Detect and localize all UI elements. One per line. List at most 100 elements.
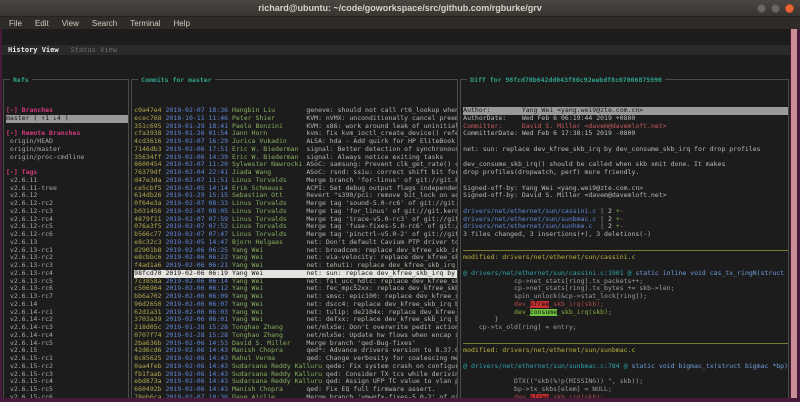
- menu-item-file[interactable]: File: [9, 19, 22, 28]
- commit-row[interactable]: 0aa4feb 2019-02-06 14:43 Sudarsana Reddy…: [134, 363, 457, 371]
- ref-item[interactable]: v2.6.15-rc4: [6, 378, 128, 386]
- commit-row[interactable]: 78eb6ca 2019-02-07 10:36 Dave Airlie Mer…: [134, 394, 457, 398]
- tab-history-view[interactable]: History View: [8, 45, 59, 55]
- commit-row[interactable]: e8cbbc6 2019-02-06 06:22 Yang Wei net: v…: [134, 254, 457, 262]
- commit-row[interactable]: cfa3938 2019-01-26 01:54 Jann Horn kvm: …: [134, 130, 457, 138]
- commit-row[interactable]: 351c695 2019-01-29 18:41 Paolo Bonzini K…: [134, 123, 457, 131]
- ref-item[interactable]: v2.6.13-rc2: [6, 254, 128, 262]
- diff-added-line[interactable]: dev_consume_skb_irq(skb);: [463, 309, 788, 317]
- ref-item[interactable]: v2.6.14-rc3: [6, 324, 128, 332]
- commit-row[interactable]: 218d05c 2019-01-28 15:28 Tonghao Zhang n…: [134, 324, 457, 332]
- diff-stat-line[interactable]: drivers/net/ethernet/sun/cassini.c | 2 +…: [463, 208, 788, 216]
- ref-item[interactable]: v2.6.12: [6, 192, 128, 200]
- commit-row[interactable]: b566c77 2019-02-07 07:47 Linus Torvalds …: [134, 231, 457, 239]
- commit-row[interactable]: ecec768 2018-10-11 11:46 Peter Shier KVM…: [134, 115, 457, 123]
- commit-row[interactable]: 0f64e3a 2019-02-07 08:33 Linus Torvalds …: [134, 200, 457, 208]
- diff-meta-line[interactable]: CommitterDate:Wed Feb 6 17:38:15 2019 -0…: [463, 130, 788, 138]
- close-button[interactable]: [785, 4, 794, 13]
- terminal-scrollbar[interactable]: [791, 29, 797, 398]
- diff-removed-line[interactable]: dev_kfree_skb_irq(skb);: [463, 394, 788, 398]
- commit-row[interactable]: 96d2650 2019-02-06 06:07 Yang Wei net: d…: [134, 301, 457, 309]
- ref-item[interactable]: origin/HEAD: [6, 138, 128, 146]
- ref-item[interactable]: v2.6.13: [6, 239, 128, 247]
- commit-row[interactable]: fb1faab 2019-02-06 14:43 Sudarsana Reddy…: [134, 371, 457, 379]
- ref-item[interactable]: master ( ↑1 ↓4 ): [6, 115, 128, 123]
- ref-item[interactable]: v2.6.13-rc6: [6, 285, 128, 293]
- diff-text-line[interactable]: drop profiles(dropwatch, perf) more frie…: [463, 169, 788, 177]
- menu-item-edit[interactable]: Edit: [35, 19, 49, 28]
- ref-item[interactable]: v2.6.13-rc1: [6, 247, 128, 255]
- commit-row[interactable]: 614db26 2019-01-29 15:15 Sebastian Ott R…: [134, 192, 457, 200]
- diff-context-line[interactable]: DTX(("skb(%!p(MISSING)) ", skb));: [463, 378, 788, 386]
- ref-item[interactable]: v2.6.15: [6, 347, 128, 355]
- commit-row[interactable]: 660492b 2019-02-06 14:43 Manish Chopra q…: [134, 386, 457, 394]
- ref-group-header[interactable]: [-] Branches: [6, 107, 128, 115]
- commit-row[interactable]: 62d1a31 2019-02-06 06:03 Yang Wei net: t…: [134, 309, 457, 317]
- ref-group-header[interactable]: [-] Tags: [6, 169, 128, 177]
- diff-text-line[interactable]: Signed-off-by: Yang Wei <yang.wei9@zte.c…: [463, 185, 788, 193]
- diff-removed-line[interactable]: dev_kfree_skb_irq(skb);: [463, 301, 788, 309]
- commit-row[interactable]: b031456 2019-02-07 08:05 Linus Torvalds …: [134, 208, 457, 216]
- commit-row[interactable]: 8c85625 2019-02-06 14:43 Rahul Verma qed…: [134, 355, 457, 363]
- commit-row[interactable]: bb6a702 2019-02-06 06:09 Yang Wei net: s…: [134, 293, 457, 301]
- menu-item-help[interactable]: Help: [173, 19, 189, 28]
- ref-group-header[interactable]: [-] Remote Branches: [6, 130, 128, 138]
- commit-row[interactable]: 35634ff 2019-02-06 14:39 Eric W. Biederm…: [134, 154, 457, 162]
- commit-row[interactable]: 4cd3616 2019-02-07 16:29 Jurica Vukadin …: [134, 138, 457, 146]
- window-titlebar[interactable]: richard@ubuntu: ~/code/goworkspace/src/g…: [0, 0, 800, 17]
- diff-stat-line[interactable]: drivers/net/ethernet/sun/sunbmac.c | 2 +…: [463, 216, 788, 224]
- diff-context-line[interactable]: cp->net_stats[ring].tx_bytes += skb->len…: [463, 285, 788, 293]
- commit-row[interactable]: 7c3858a 2019-02-06 06:14 Yang Wei net: f…: [134, 278, 457, 286]
- commit-row[interactable]: 4879f11 2019-02-07 07:59 Linus Torvalds …: [134, 216, 457, 224]
- ref-item[interactable]: v2.6.13-rc7: [6, 293, 128, 301]
- ref-item[interactable]: v2.6.15-rc1: [6, 355, 128, 363]
- diff-context-line[interactable]: cp->net_stats[ring].tx_packets++;: [463, 278, 788, 286]
- diff-modified-file-line[interactable]: modified: drivers/net/ethernet/sun/sunbm…: [463, 347, 788, 355]
- ref-item[interactable]: v2.6.12-rc2: [6, 200, 128, 208]
- diff-text-line[interactable]: dev_consume_skb_irq() should be called w…: [463, 161, 788, 169]
- commit-row[interactable]: 76379df 2019-02-04 22:41 Jiada Wang ASoC…: [134, 169, 457, 177]
- ref-item[interactable]: v2.6.15-rc6: [6, 394, 128, 398]
- diff-stat-line[interactable]: drivers/net/ethernet/sun/sunhme.c | 2 +-: [463, 223, 788, 231]
- commit-row[interactable]: f4ad1a6 2019-02-06 06:21 Yang Wei net: t…: [134, 262, 457, 270]
- ref-item[interactable]: v2.6.14-rc1: [6, 309, 128, 317]
- menu-item-terminal[interactable]: Terminal: [130, 19, 160, 28]
- diff-meta-line[interactable]: Author:Yang Wei <yang.wei9@zte.com.cn>: [463, 107, 788, 115]
- ref-item[interactable]: origin/master: [6, 146, 128, 154]
- diff-meta-line[interactable]: AuthorDate:Wed Feb 6 06:19:44 2019 +0800: [463, 115, 788, 123]
- diff-context-line[interactable]: }: [463, 316, 788, 324]
- diff-hunk-header[interactable]: @ drivers/net/ethernet/sun/sunbmac.c:784…: [463, 363, 788, 371]
- ref-item[interactable]: v2.6.15-rc2: [6, 363, 128, 371]
- ref-item[interactable]: v2.6.11-tree: [6, 185, 128, 193]
- ref-item[interactable]: v2.6.14-rc4: [6, 332, 128, 340]
- diff-context-line[interactable]: bp->tx_skbs[elem] = NULL;: [463, 386, 788, 394]
- commit-row[interactable]: 7146db3 2019-02-06 17:51 Eric W. Biederm…: [134, 146, 457, 154]
- commit-row[interactable]: 0707f74 2019-01-28 15:28 Tonghao Zhang n…: [134, 332, 457, 340]
- diff-modified-file-line[interactable]: modified: drivers/net/ethernet/sun/cassi…: [463, 254, 788, 262]
- commit-row[interactable]: e8c32c3 2019-02-05 14:47 Bjorn Helgaas n…: [134, 239, 457, 247]
- diff-committer-line[interactable]: Committer:David S. Miller <davem@davemlo…: [463, 123, 788, 131]
- ref-item[interactable]: v2.6.12-rc6: [6, 231, 128, 239]
- minimize-button[interactable]: [757, 4, 766, 13]
- commit-row[interactable]: 42d6cd6 2019-02-06 14:43 Manish Chopra q…: [134, 347, 457, 355]
- ref-item[interactable]: v2.6.12-rc5: [6, 223, 128, 231]
- commit-row[interactable]: 3703a39 2019-02-06 06:01 Yang Wei net: d…: [134, 316, 457, 324]
- ref-item[interactable]: v2.6.11: [6, 177, 128, 185]
- commit-row[interactable]: 8600454 2019-02-07 11:20 Sylwester Nawro…: [134, 161, 457, 169]
- ref-item[interactable]: v2.6.14-rc5: [6, 340, 128, 348]
- diff-text-line[interactable]: Signed-off-by: David S. Miller <davem@da…: [463, 192, 788, 200]
- commit-row[interactable]: c506964 2019-02-06 06:12 Yang Wei net: f…: [134, 285, 457, 293]
- ref-item[interactable]: v2.6.15-rc3: [6, 371, 128, 379]
- maximize-button[interactable]: [771, 4, 780, 13]
- ref-item[interactable]: v2.6.14-rc2: [6, 316, 128, 324]
- ref-item[interactable]: v2.6.12-rc3: [6, 208, 128, 216]
- diff-context-line[interactable]: spin_unlock(&cp->stat_lock[ring]);: [463, 293, 788, 301]
- ref-item[interactable]: v2.6.14: [6, 301, 128, 309]
- commit-row[interactable]: d2901b8 2019-02-06 06:25 Yang Wei net: b…: [134, 247, 457, 255]
- ref-item[interactable]: v2.6.13-rc5: [6, 278, 128, 286]
- diff-context-line[interactable]: cp->tx_old[ring] = entry;: [463, 324, 788, 332]
- diff-text-line[interactable]: 3 files changed, 3 insertions(+), 3 dele…: [463, 231, 788, 239]
- diff-hunk-header[interactable]: @ drivers/net/ethernet/sun/cassini.c:190…: [463, 270, 788, 278]
- commit-row[interactable]: ebd873a 2019-02-06 14:43 Sudarsana Reddy…: [134, 378, 457, 386]
- ref-item[interactable]: v2.6.13-rc4: [6, 270, 128, 278]
